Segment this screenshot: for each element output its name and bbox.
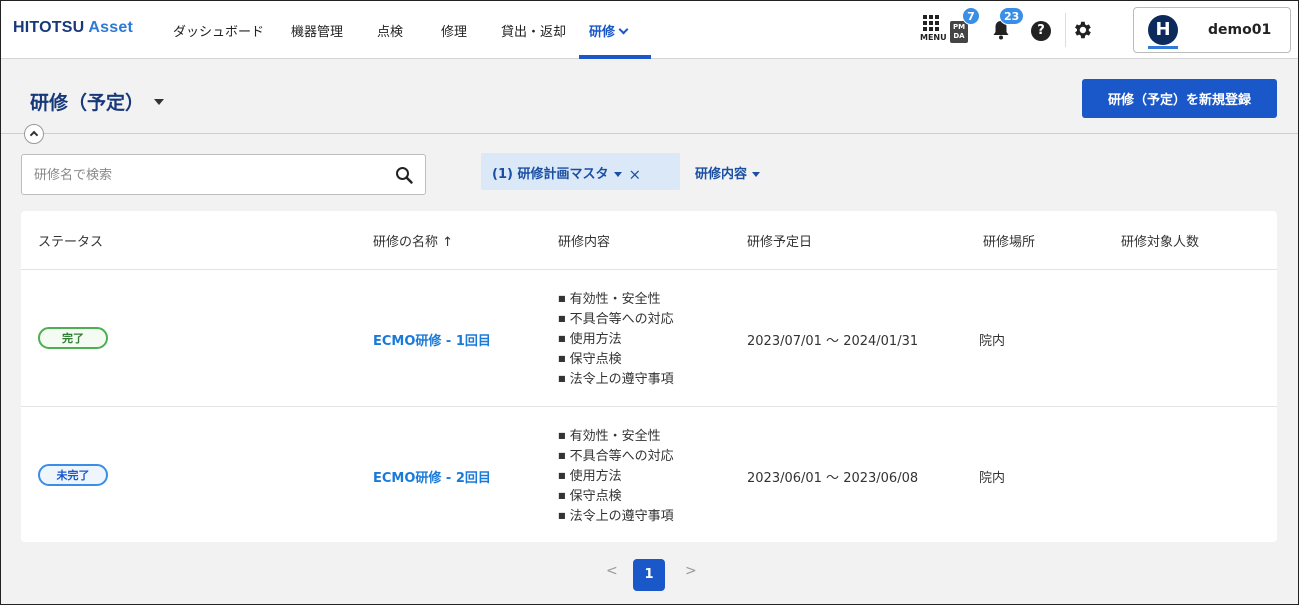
schedule-date: 2023/07/01 ～ 2024/01/31	[747, 334, 919, 349]
schedule-date: 2023/06/01 ～ 2023/06/08	[747, 471, 919, 486]
status-badge: 完了	[38, 327, 108, 349]
nav-item-lending[interactable]: 貸出・返却	[501, 21, 566, 40]
nav-item-training[interactable]: 研修	[589, 21, 629, 40]
column-header-date: 研修予定日	[747, 235, 813, 250]
nav-active-indicator	[579, 55, 651, 59]
grid-menu-icon	[923, 15, 939, 31]
column-header-status: ステータス	[38, 235, 104, 250]
gear-icon[interactable]	[1071, 19, 1093, 41]
course-name-link[interactable]: ECMO研修 - 2回目	[373, 467, 491, 486]
pagination-next-button[interactable]: >	[685, 563, 697, 579]
pagination-page-button[interactable]: 1	[633, 559, 665, 591]
contents-list: 有効性・安全性 不具合等への対応 使用方法 保守点検 法令上の遵守事項	[558, 290, 674, 390]
contents-list: 有効性・安全性 不具合等への対応 使用方法 保守点検 法令上の遵守事項	[558, 427, 674, 527]
list-item: 保守点検	[558, 487, 674, 507]
chevron-down-icon	[618, 24, 629, 35]
column-header-place: 研修場所	[983, 235, 1036, 250]
column-header-count: 研修対象人数	[1121, 235, 1200, 250]
column-header-contents: 研修内容	[558, 235, 611, 250]
filter-dropdown-contents[interactable]: 研修内容	[695, 163, 761, 182]
menu-button[interactable]: MENU	[920, 15, 947, 42]
pmda-button[interactable]: PM DA	[950, 21, 968, 43]
nav-item-inspection[interactable]: 点検	[377, 21, 403, 40]
filter-dropdown-label: 研修内容	[695, 167, 748, 182]
nav-item-repair[interactable]: 修理	[441, 21, 467, 40]
caret-down-icon	[752, 172, 761, 177]
avatar-accent	[1148, 46, 1178, 49]
menu-label: MENU	[920, 33, 947, 42]
collapse-divider	[1, 133, 1298, 134]
course-name-link[interactable]: ECMO研修 - 1回目	[373, 330, 491, 349]
table-row[interactable]: 未完了 ECMO研修 - 2回目 有効性・安全性 不具合等への対応 使用方法 保…	[21, 407, 1277, 543]
pagination-prev-button[interactable]: <	[606, 563, 618, 579]
list-item: 使用方法	[558, 330, 674, 350]
search-field[interactable]	[21, 154, 426, 195]
nav-item-dashboard[interactable]: ダッシュボード	[173, 21, 264, 40]
notification-badge: 23	[999, 7, 1025, 25]
table-row[interactable]: 完了 ECMO研修 - 1回目 有効性・安全性 不具合等への対応 使用方法 保守…	[21, 270, 1277, 406]
collapse-button[interactable]	[24, 124, 44, 144]
search-input[interactable]	[34, 165, 374, 185]
training-table: ステータス 研修の名称 ↑ 研修内容 研修予定日 研修場所 研修対象人数 完了 …	[21, 211, 1277, 542]
avatar: H	[1148, 15, 1178, 45]
help-icon[interactable]: ?	[1031, 21, 1051, 41]
caret-down-icon	[154, 98, 165, 105]
list-item: 法令上の遵守事項	[558, 507, 674, 527]
filter-chip-label: (1) 研修計画マスタ	[492, 167, 609, 182]
status-badge: 未完了	[38, 464, 108, 486]
header-divider	[1065, 13, 1066, 47]
user-menu[interactable]: H demo01	[1133, 7, 1291, 53]
top-header: HITOTSU Asset ダッシュボード 機器管理 点検 修理 貸出・返却 研…	[1, 1, 1298, 59]
logo-secondary: Asset	[88, 19, 133, 36]
chevron-up-icon	[29, 130, 39, 140]
logo-primary: HITOTSU	[13, 19, 85, 36]
filter-chip-training-plan[interactable]: (1) 研修計画マスタ ×	[481, 153, 680, 190]
nav-item-equipment[interactable]: 機器管理	[291, 21, 343, 40]
new-training-button[interactable]: 研修（予定）を新規登録	[1082, 79, 1277, 118]
column-header-name[interactable]: 研修の名称 ↑	[373, 231, 453, 250]
username: demo01	[1208, 22, 1272, 38]
list-item: 不具合等への対応	[558, 310, 674, 330]
nav-item-training-label: 研修	[589, 25, 616, 40]
pmda-badge: 7	[962, 7, 980, 25]
training-place: 院内	[979, 471, 1006, 486]
training-place: 院内	[979, 334, 1006, 349]
list-item: 有効性・安全性	[558, 427, 674, 447]
list-item: 有効性・安全性	[558, 290, 674, 310]
page-title-dropdown[interactable]: 研修（予定）	[30, 88, 165, 115]
list-item: 保守点検	[558, 350, 674, 370]
pmda-icon: PM DA	[952, 23, 966, 40]
close-icon[interactable]: ×	[628, 166, 641, 184]
caret-down-icon	[614, 172, 623, 177]
list-item: 不具合等への対応	[558, 447, 674, 467]
list-item: 使用方法	[558, 467, 674, 487]
app-logo[interactable]: HITOTSU Asset	[13, 19, 133, 37]
search-icon[interactable]	[395, 166, 413, 184]
list-item: 法令上の遵守事項	[558, 370, 674, 390]
page-title: 研修（予定）	[30, 92, 145, 114]
